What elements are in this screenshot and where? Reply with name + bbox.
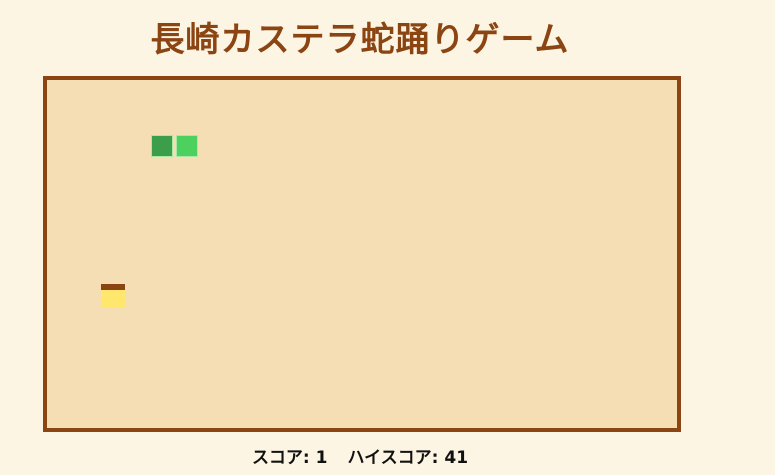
- castella-food-item: [101, 284, 125, 308]
- score-label: スコア:: [251, 448, 310, 468]
- high-score-display: ハイスコア: 41: [348, 446, 469, 470]
- score-display: スコア: 1: [252, 446, 328, 470]
- high-score-value: 41: [444, 448, 469, 468]
- game-title: 長崎カステラ蛇踊りゲーム: [150, 20, 570, 60]
- score-value: 1: [315, 448, 328, 468]
- game-board[interactable]: [43, 76, 681, 432]
- snake-head-segment: [176, 135, 198, 157]
- castella-sponge: [101, 290, 125, 308]
- snake-body-segment: [151, 135, 173, 157]
- high-score-label: ハイスコア:: [347, 448, 439, 468]
- scoreboard: スコア: 1 ハイスコア: 41: [0, 446, 720, 470]
